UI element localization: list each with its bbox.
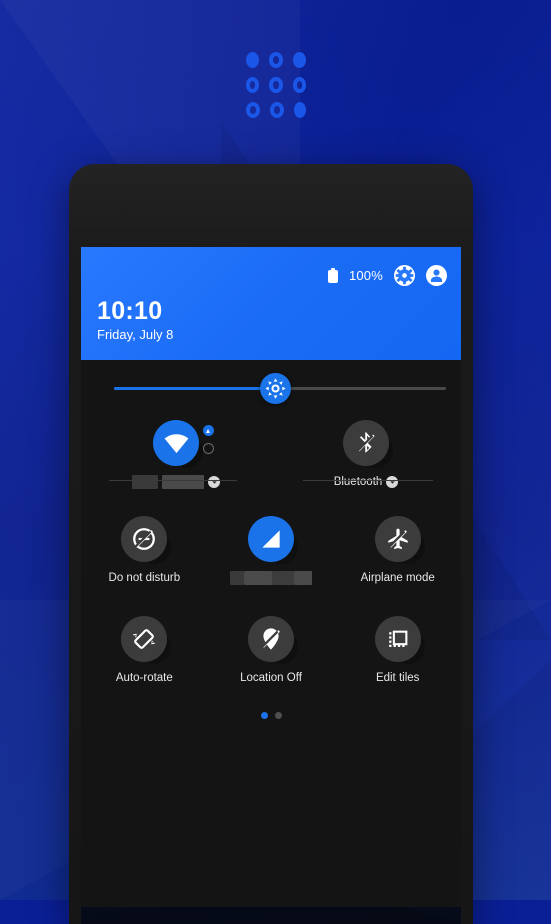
redacted-text-block [294,571,312,585]
location-off-icon[interactable] [248,616,294,662]
tile-airplane-mode[interactable]: Airplane mode [334,516,461,602]
tile-label-text: Bluetooth [333,476,383,488]
gear-icon[interactable] [394,265,415,286]
wifi-side-toggles[interactable] [203,425,214,454]
chevron-down-icon[interactable] [208,476,220,488]
logo-dot [292,77,306,93]
tile-do-not-disturb-label: Do not disturb [108,572,181,584]
brightness-fill [114,387,274,390]
brightness-slider[interactable] [81,360,461,416]
tile-airplane-mode-label: Airplane mode [360,572,435,584]
tile-data-saver-label [230,571,312,585]
screen-rotation-icon[interactable] [121,616,168,662]
logo-dot [246,102,260,118]
clock-block: 10:10 Friday, July 8 [97,297,173,344]
clock-time: 10:10 [97,297,163,325]
tile-do-not-disturb[interactable]: Do not disturb [81,516,208,602]
tile-divider [109,480,237,481]
logo-row [246,77,306,93]
tile-edit-tiles-label: Edit tiles [375,672,420,684]
battery-full-icon [327,268,338,283]
quick-settings-row-2: Do not disturb Airplane mode [81,516,461,602]
bluetooth-off-icon[interactable] [343,420,389,466]
redacted-text-block [244,571,272,585]
logo-dot [246,77,260,93]
tile-divider [303,480,433,481]
tile-data-saver[interactable] [208,516,335,602]
logo-row [246,102,306,118]
brightness-icon [265,378,286,399]
redacted-text-block [230,571,244,585]
airplane-off-icon[interactable] [374,516,421,562]
tile-wifi-label [132,475,220,489]
battery-percent-label: 100% [348,268,383,283]
quick-settings-row-1: Bluetooth [81,416,461,506]
page-indicator[interactable] [81,712,461,719]
logo-row [246,52,306,68]
redacted-text-block [272,571,294,585]
tile-edit-tiles[interactable]: Edit tiles [334,616,461,702]
tile-bluetooth[interactable]: Bluetooth [271,420,461,506]
clock-date: Friday, July 8 [97,327,174,342]
chevron-down-icon[interactable] [386,476,399,488]
logo-dot [246,52,259,68]
do-not-disturb-icon[interactable] [121,516,168,562]
phone-screen: 100% 10:10 Friday, July 8 Bluetooth Do n… [81,247,461,924]
dot-grid-logo [246,52,306,118]
tile-location-label: Location Off [240,672,302,684]
edit-tiles-icon[interactable] [374,616,421,662]
page-dot[interactable] [274,712,282,719]
phone-mockup: 100% 10:10 Friday, July 8 Bluetooth Do n… [69,164,473,924]
wifi-icon[interactable] [153,420,199,466]
quick-settings-row-3: Auto-rotate Location Off Edit tiles [81,616,461,702]
redacted-text-block [162,475,204,489]
wifi-toggle-on-dot[interactable] [203,425,214,436]
tile-auto-rotate-label: Auto-rotate [115,672,173,684]
logo-dot [294,102,306,118]
tile-wifi[interactable] [81,420,271,506]
quick-settings-shade: 100% 10:10 Friday, July 8 Bluetooth Do n… [81,247,461,907]
redacted-text-block [132,475,158,489]
quick-settings-header: 100% 10:10 Friday, July 8 [81,247,461,360]
logo-dot [293,52,306,68]
page-dot-active[interactable] [260,712,268,719]
tile-location[interactable]: Location Off [208,616,335,702]
wifi-toggle-off-dot[interactable] [203,443,214,454]
tile-bluetooth-label: Bluetooth [334,475,399,489]
user-avatar-icon[interactable] [426,265,447,286]
status-area: 100% [327,265,447,286]
signal-triangle-icon[interactable] [248,516,294,562]
logo-dot [269,77,283,93]
logo-dot [270,102,284,118]
tile-auto-rotate[interactable]: Auto-rotate [81,616,208,702]
brightness-thumb[interactable] [260,373,291,404]
logo-dot [268,52,284,68]
